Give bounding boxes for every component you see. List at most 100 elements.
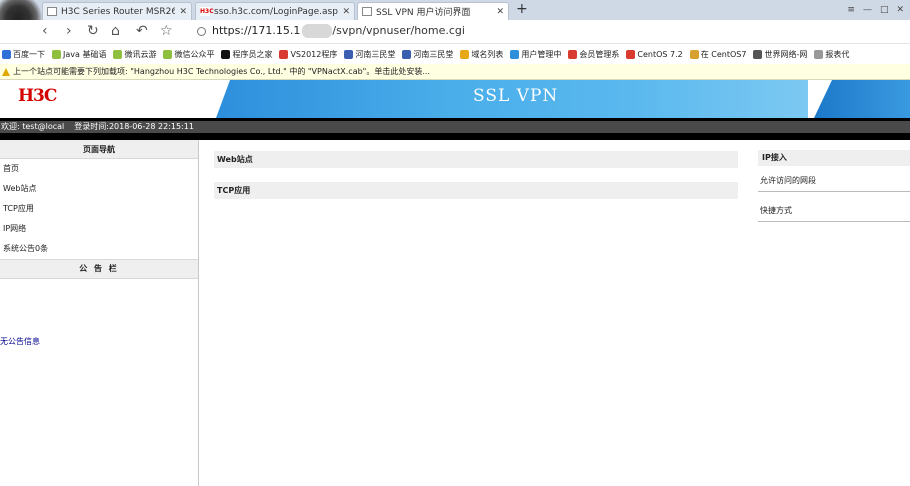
minimize-icon[interactable]: — bbox=[863, 5, 872, 15]
sidebar-item-web[interactable]: Web站点 bbox=[0, 179, 198, 199]
back-icon[interactable]: ‹ bbox=[42, 23, 48, 39]
bookmark-item[interactable]: 世界网络-网 bbox=[753, 49, 807, 60]
bookmark-label: 程序员之家 bbox=[232, 49, 273, 59]
nav-title: 页面导航 bbox=[0, 140, 198, 159]
bookmark-icon bbox=[221, 49, 231, 59]
bookmark-label: 会员管理系 bbox=[579, 49, 620, 59]
bookmark-label: VS2012程序 bbox=[290, 49, 338, 59]
browser-tab[interactable]: H3C Series Router MSR26-00 ✕ bbox=[42, 2, 192, 20]
sidebar-item-home[interactable]: 首页 bbox=[0, 159, 198, 179]
close-icon[interactable]: ✕ bbox=[342, 7, 350, 17]
browser-tab[interactable]: H3C sso.h3c.com/LoginPage.aspx ✕ bbox=[195, 2, 355, 20]
address-bar-row: ‹ › ↻ ⌂ ↶ ☆ https://171.15.1/svpn/vpnuse… bbox=[0, 20, 910, 44]
section-web: Web站点 bbox=[214, 151, 738, 168]
main-content: Web站点 TCP应用 bbox=[214, 151, 738, 213]
close-window-icon[interactable]: ✕ bbox=[896, 5, 904, 15]
divider bbox=[0, 133, 910, 140]
bookmark-label: 微信公众平 bbox=[174, 49, 215, 59]
bookmark-icon bbox=[279, 49, 289, 59]
bookmark-icon bbox=[460, 49, 470, 59]
addon-infobar[interactable]: 上一个站点可能需要下列加载项: "Hangzhou H3C Technologi… bbox=[0, 64, 910, 80]
url-field[interactable]: https://171.15.1/svpn/vpnuser/home.cgi bbox=[212, 24, 465, 38]
user-status-bar: 欢迎: test@local 登录时间:2018-06-28 22:15:11 bbox=[0, 121, 910, 133]
bookmark-item[interactable]: Java 基础语 bbox=[52, 49, 106, 60]
settings-icon[interactable]: ≡ bbox=[847, 5, 855, 15]
redacted-blur bbox=[302, 24, 333, 38]
bookmark-label: 报表代 bbox=[825, 49, 850, 59]
maximize-icon[interactable]: □ bbox=[880, 5, 889, 15]
page-title: SSL VPN bbox=[473, 86, 559, 106]
welcome-text: 欢迎: test@local bbox=[1, 122, 65, 131]
allowed-network-link[interactable]: 允许访问的网段 bbox=[758, 166, 910, 192]
bookmark-label: 域名列表 bbox=[471, 49, 504, 59]
sidebar-item-ip[interactable]: IP网络 bbox=[0, 219, 198, 239]
url-host: https://171.15.1 bbox=[212, 24, 301, 37]
bookmark-item[interactable]: CentOS 7.2 bbox=[626, 49, 683, 59]
bookmark-label: 河南三民堂 bbox=[413, 49, 454, 59]
reload-icon[interactable]: ↻ bbox=[87, 23, 99, 39]
new-tab-button[interactable]: + bbox=[516, 2, 528, 16]
bookmark-item[interactable]: VS2012程序 bbox=[279, 49, 337, 60]
h3c-logo: H3C bbox=[18, 86, 57, 106]
sidebar-item-notices[interactable]: 系统公告0条 bbox=[0, 239, 198, 259]
close-icon[interactable]: ✕ bbox=[179, 7, 187, 17]
tab-title: H3C Series Router MSR26-00 bbox=[61, 6, 175, 17]
bookmark-item[interactable]: 会员管理系 bbox=[568, 49, 619, 60]
bookmark-icon bbox=[689, 49, 699, 59]
tab-bar: H3C Series Router MSR26-00 ✕ H3C sso.h3c… bbox=[0, 0, 910, 20]
page-icon bbox=[47, 7, 57, 16]
bookmark-icon bbox=[753, 49, 763, 59]
bookmark-item[interactable]: 百度一下 bbox=[2, 49, 45, 60]
tab-title: SSL VPN 用户访问界面 bbox=[376, 8, 471, 18]
warning-icon bbox=[2, 67, 10, 76]
undo-icon[interactable]: ↶ bbox=[136, 23, 148, 39]
login-time: 登录时间:2018-06-28 22:15:11 bbox=[74, 122, 194, 131]
tab-title: sso.h3c.com/LoginPage.aspx bbox=[214, 6, 339, 17]
bookmark-label: CentOS 7.2 bbox=[637, 49, 683, 59]
bookmark-label: 世界网络-网 bbox=[764, 49, 808, 59]
browser-tab-active[interactable]: SSL VPN 用户访问界面 ✕ bbox=[357, 2, 509, 20]
bookmark-icon bbox=[814, 49, 824, 59]
bookmark-item[interactable]: 用户管理中 bbox=[510, 49, 561, 60]
bookmark-icon bbox=[510, 49, 520, 59]
bookmark-item[interactable]: 报表代 bbox=[814, 49, 849, 60]
bookmark-label: 河南三民堂 bbox=[355, 49, 396, 59]
bookmark-icon bbox=[2, 49, 11, 59]
sidebar: 页面导航 首页 Web站点 TCP应用 IP网络 系统公告0条 公 告 栏 无公… bbox=[0, 140, 199, 486]
page-icon bbox=[362, 7, 372, 16]
close-icon[interactable]: ✕ bbox=[496, 7, 504, 17]
url-path: /svpn/vpnuser/home.cgi bbox=[332, 24, 465, 37]
page-banner: H3C SSL VPN bbox=[0, 80, 910, 118]
bookmark-item[interactable]: 域名列表 bbox=[460, 49, 503, 60]
shortcut-link[interactable]: 快捷方式 bbox=[758, 196, 910, 222]
infobar-text: 上一个站点可能需要下列加载项: "Hangzhou H3C Technologi… bbox=[13, 67, 430, 76]
info-icon[interactable] bbox=[197, 27, 206, 36]
bookmark-item[interactable]: 程序员之家 bbox=[221, 49, 272, 60]
bookmark-icon bbox=[163, 49, 173, 59]
bookmark-label: 用户管理中 bbox=[521, 49, 562, 59]
bookmark-label: 百度一下 bbox=[13, 49, 45, 59]
bookmark-label: 微讯云游 bbox=[124, 49, 157, 59]
home-icon[interactable]: ⌂ bbox=[111, 23, 120, 39]
bookmark-item[interactable]: 在 CentOS7 bbox=[689, 49, 747, 60]
bookmark-item[interactable]: 微信公众平 bbox=[163, 49, 214, 60]
bookmark-item[interactable]: 河南三民堂 bbox=[344, 49, 395, 60]
ip-access-title: IP接入 bbox=[758, 150, 910, 166]
bookmark-item[interactable]: 微讯云游 bbox=[113, 49, 156, 60]
h3c-favicon-icon: H3C bbox=[200, 7, 214, 16]
sidebar-item-tcp[interactable]: TCP应用 bbox=[0, 199, 198, 219]
notice-text: 无公告信息 bbox=[0, 337, 40, 346]
bookmark-label: 在 CentOS7 bbox=[700, 49, 747, 59]
bookmark-item[interactable]: 河南三民堂 bbox=[402, 49, 453, 60]
notice-title: 公 告 栏 bbox=[0, 259, 198, 279]
bookmark-icon bbox=[402, 49, 412, 59]
bookmark-icon bbox=[52, 49, 61, 59]
star-icon[interactable]: ☆ bbox=[160, 23, 173, 39]
forward-icon[interactable]: › bbox=[66, 23, 72, 39]
bookmark-icon bbox=[626, 49, 636, 59]
section-tcp: TCP应用 bbox=[214, 182, 738, 199]
bookmarks-bar: 百度一下 Java 基础语 微讯云游 微信公众平 程序员之家 VS2012程序 河南三民堂 河… bbox=[0, 44, 910, 64]
bookmark-icon bbox=[568, 49, 578, 59]
bookmark-icon bbox=[344, 49, 354, 59]
ip-access-panel: IP接入 允许访问的网段 快捷方式 bbox=[758, 150, 910, 226]
